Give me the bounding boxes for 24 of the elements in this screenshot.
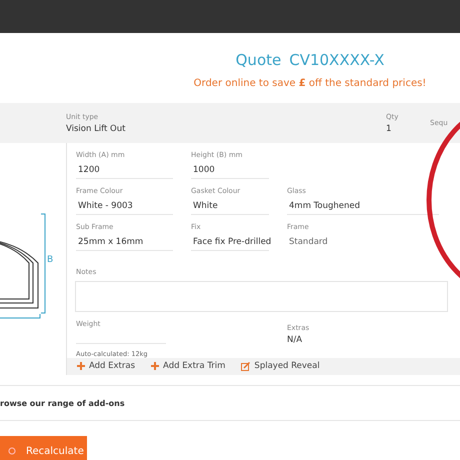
input-field[interactable]: 1000: [191, 162, 269, 179]
input-field[interactable]: 25mm x 16mm: [76, 234, 173, 251]
quote-label: Quote: [236, 51, 282, 69]
field-value: Standard: [288, 236, 329, 249]
input-field[interactable]: White - 9003: [76, 198, 173, 215]
unit-type-value[interactable]: Vision Lift Out: [66, 124, 386, 134]
input-field[interactable]: 1200: [76, 162, 173, 179]
quote-number: CV10XXXX-X: [289, 51, 384, 69]
action-link[interactable]: Add Extra Trim: [151, 361, 226, 372]
input-field[interactable]: Face fix Pre-drilled: [191, 234, 269, 251]
edit-icon: [241, 362, 250, 371]
qty-value[interactable]: 1: [386, 124, 430, 134]
extras-value: N/A: [287, 334, 304, 345]
plus-icon: [151, 362, 160, 370]
dimension-label: B: [47, 255, 54, 265]
action-link[interactable]: Splayed Reveal: [241, 361, 320, 372]
input-field[interactable]: 4mm Toughened: [287, 198, 439, 215]
input-field[interactable]: White: [191, 198, 269, 215]
promo-text: Order online to save £ off the standard prices!: [194, 78, 426, 89]
action-link[interactable]: Add Extras: [77, 361, 136, 372]
circle-icon: [8, 447, 16, 455]
notes-field[interactable]: [75, 281, 448, 312]
addons-text: rowse our range of add-ons: [0, 398, 125, 408]
plus-icon: [77, 362, 85, 370]
